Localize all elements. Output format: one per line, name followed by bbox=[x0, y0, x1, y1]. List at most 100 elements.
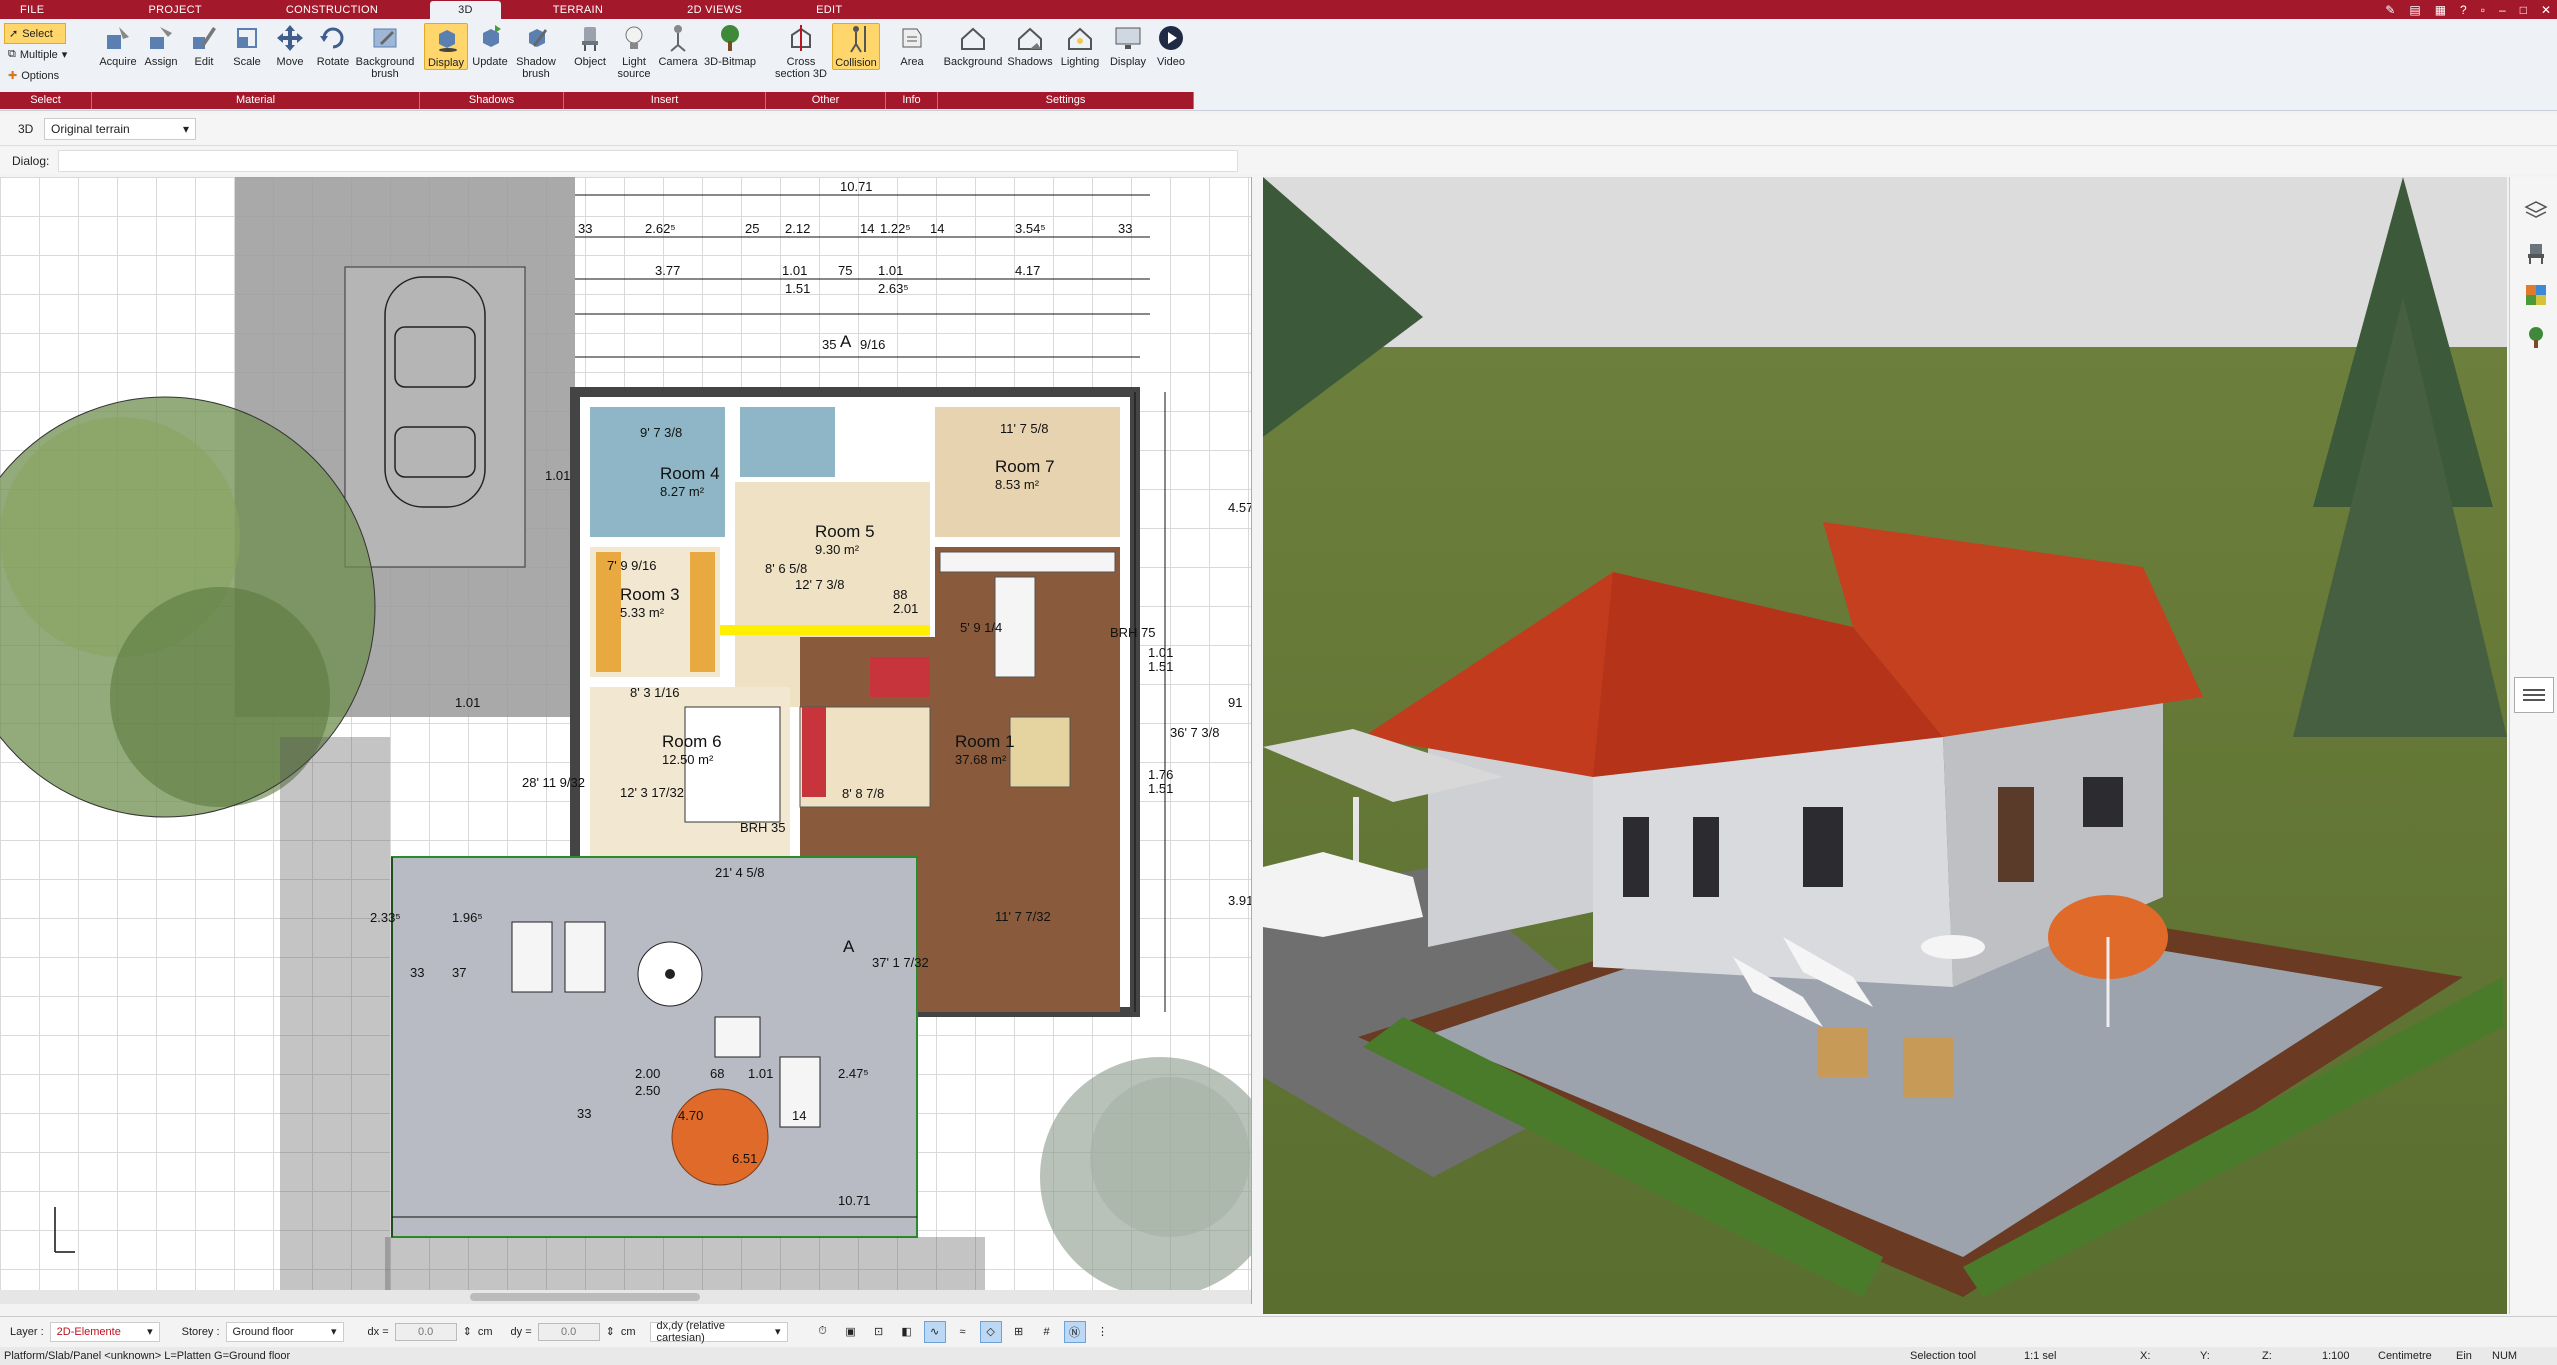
grid-icon[interactable]: # bbox=[1036, 1321, 1058, 1343]
menu-tab-2d-views[interactable]: 2D VIEWS bbox=[665, 0, 764, 19]
rotate-button[interactable]: Rotate bbox=[311, 23, 355, 68]
storey-label: Storey : bbox=[181, 1325, 220, 1338]
scale-button[interactable]: Scale bbox=[225, 23, 269, 68]
room-3-dims: 7' 9 9/16 bbox=[607, 558, 656, 573]
dx-stepper[interactable]: ⇕ bbox=[463, 1325, 472, 1338]
grass-strip-bottom bbox=[385, 1237, 985, 1297]
materials-icon[interactable] bbox=[2524, 283, 2548, 310]
object-button[interactable]: Object bbox=[568, 23, 612, 68]
menu-tab-terrain[interactable]: TERRAIN bbox=[531, 0, 625, 19]
plants-icon[interactable] bbox=[2524, 325, 2548, 352]
kitchen-counter bbox=[939, 551, 1116, 573]
multiple-label: Multiple bbox=[19, 48, 58, 61]
snap-point-icon[interactable]: ⊡ bbox=[868, 1321, 890, 1343]
dim-top-18: 9/16 bbox=[860, 337, 885, 352]
chevron-down-icon: ▾ bbox=[147, 1326, 153, 1338]
storey-dropdown[interactable]: Ground floor ▾ bbox=[225, 1321, 344, 1342]
multiple-dropdown[interactable]: ⧉ Multiple ▾ bbox=[4, 44, 90, 65]
snap-layer-icon[interactable]: ◧ bbox=[896, 1321, 918, 1343]
dy-stepper[interactable]: ⇕ bbox=[606, 1325, 615, 1338]
camera-button[interactable]: Camera bbox=[656, 23, 700, 68]
edit-button[interactable]: Edit bbox=[182, 23, 226, 68]
menu-tab-file[interactable]: FILE bbox=[0, 0, 66, 19]
close-icon[interactable]: ✕ bbox=[2541, 3, 2551, 17]
3d-view[interactable] bbox=[1263, 177, 2507, 1314]
panel-toggle-icon[interactable] bbox=[2514, 677, 2554, 713]
chair-catalog-icon[interactable] bbox=[2524, 241, 2548, 268]
dim-top-12: 75 bbox=[838, 263, 852, 278]
options-button[interactable]: ✚ Options bbox=[4, 65, 90, 86]
layout2-icon[interactable]: ▦ bbox=[2435, 3, 2446, 17]
snap-n-icon[interactable]: Ⓝ bbox=[1063, 1320, 1086, 1343]
minimize-icon[interactable]: – bbox=[2499, 3, 2506, 17]
menu-tab-project[interactable]: PROJECT bbox=[126, 0, 223, 19]
dim-top-13: 1.01 bbox=[878, 263, 903, 278]
snap-object-icon[interactable]: ⊞ bbox=[1008, 1321, 1030, 1343]
scale-label: Scale bbox=[233, 56, 261, 68]
dialog-input[interactable] bbox=[58, 150, 1238, 172]
layer-dropdown[interactable]: 2D-Elemente ▾ bbox=[49, 1321, 160, 1342]
terrain-dropdown[interactable]: Original terrain ▾ bbox=[44, 118, 196, 140]
3d-scene bbox=[1263, 177, 2507, 1314]
snap-line-icon[interactable]: ∿ bbox=[923, 1320, 946, 1343]
plan-horizontal-scrollbar[interactable] bbox=[0, 1290, 1251, 1304]
cross-section-3d-button[interactable]: Cross section 3D bbox=[774, 23, 828, 80]
video-button[interactable]: Video bbox=[1150, 23, 1192, 68]
status-ein: Ein bbox=[2456, 1350, 2472, 1362]
status-z: Z: bbox=[2262, 1350, 2272, 1362]
help-icon[interactable]: ? bbox=[2460, 3, 2467, 17]
dim-terrace-11: 14 bbox=[792, 1108, 806, 1123]
armchair-2 bbox=[870, 657, 930, 697]
shadows-settings-button[interactable]: Shadows bbox=[1006, 23, 1054, 68]
snap-curve-icon[interactable]: ≈ bbox=[952, 1321, 974, 1343]
lounger-2 bbox=[564, 921, 606, 993]
3d-bitmap-button[interactable]: 3D-Bitmap bbox=[700, 23, 760, 68]
background-brush-button[interactable]: Background brush bbox=[354, 23, 416, 80]
lighting-button[interactable]: Lighting bbox=[1056, 23, 1104, 68]
window-3 bbox=[1803, 807, 1843, 887]
display-settings-button[interactable]: Display bbox=[1106, 23, 1150, 68]
shadow-update-button[interactable]: Update bbox=[468, 23, 512, 68]
tools-icon[interactable]: ✎ bbox=[2385, 3, 2395, 17]
dy-input[interactable]: 0.0 bbox=[537, 1322, 600, 1341]
shadow-display-button[interactable]: Display bbox=[424, 23, 468, 70]
ribbon-group-info: Area Info bbox=[886, 19, 938, 111]
room-6-area: 12.50 m² bbox=[662, 752, 714, 767]
coordinate-mode-dropdown[interactable]: dx,dy (relative cartesian) ▾ bbox=[649, 1320, 788, 1344]
monitor-icon bbox=[1115, 27, 1141, 49]
room-1-area: 37.68 m² bbox=[955, 752, 1007, 767]
ribbon-group-other: Cross section 3D Collision Other bbox=[766, 19, 886, 111]
dim-terrace-4: 68 bbox=[710, 1066, 724, 1081]
move-button[interactable]: Move bbox=[268, 23, 312, 68]
area-button[interactable]: Area bbox=[890, 23, 934, 68]
floor-plan-2d[interactable]: 10.71 33 2.62⁵ 25 2.12 14 1.22⁵ 14 3.54⁵… bbox=[0, 177, 1252, 1304]
menu-tab-edit[interactable]: EDIT bbox=[794, 0, 864, 19]
room-2-floor bbox=[740, 407, 835, 477]
scrollbar-thumb[interactable] bbox=[470, 1293, 700, 1301]
menu-tab-construction[interactable]: CONSTRUCTION bbox=[264, 0, 400, 19]
snap-angle-icon[interactable]: ◇ bbox=[979, 1320, 1002, 1343]
wicker-chair-1 bbox=[1818, 1027, 1868, 1077]
snap-grid-icon[interactable]: ▣ bbox=[840, 1321, 862, 1343]
layers-icon[interactable] bbox=[2524, 199, 2548, 226]
section-marker-bottom: A bbox=[843, 937, 855, 956]
clock-icon[interactable]: ⏱ bbox=[812, 1321, 834, 1343]
dim-top-7: 14 bbox=[930, 221, 944, 236]
restore-icon[interactable]: ▫ bbox=[2481, 3, 2485, 17]
background-button[interactable]: Background bbox=[942, 23, 1004, 68]
dx-label: dx = bbox=[367, 1325, 389, 1338]
background-label: Background bbox=[943, 56, 1003, 68]
light-source-button[interactable]: Light source bbox=[612, 23, 656, 80]
shadow-brush-button[interactable]: Shadow brush bbox=[512, 23, 560, 80]
acquire-button[interactable]: Acquire bbox=[96, 23, 140, 68]
layout-icon[interactable]: ▤ bbox=[2409, 3, 2420, 17]
collision-button[interactable]: Collision bbox=[832, 23, 880, 70]
more-options-icon[interactable]: ⋮ bbox=[1092, 1321, 1114, 1343]
menu-tab-3d[interactable]: 3D bbox=[430, 1, 501, 19]
status-bar: Platform/Slab/Panel <unknown> L=Platten … bbox=[0, 1347, 2557, 1365]
dx-input[interactable]: 0.0 bbox=[394, 1322, 457, 1341]
select-button[interactable]: ➚ Select bbox=[4, 23, 66, 44]
maximize-icon[interactable]: □ bbox=[2520, 3, 2527, 17]
shadow-display-icon bbox=[439, 30, 457, 52]
assign-button[interactable]: Assign bbox=[139, 23, 183, 68]
